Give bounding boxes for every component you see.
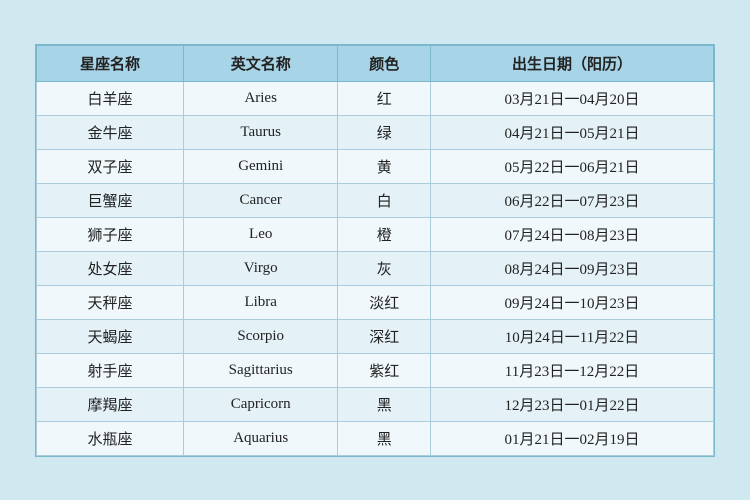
cell-dates: 10月24日一11月22日 [430,319,713,353]
cell-color: 深红 [338,319,431,353]
header-color: 颜色 [338,45,431,81]
cell-chinese-name: 天秤座 [37,285,184,319]
cell-english-name: Sagittarius [183,353,337,387]
cell-color: 红 [338,81,431,115]
cell-chinese-name: 水瓶座 [37,421,184,455]
table-row: 处女座Virgo灰08月24日一09月23日 [37,251,714,285]
table-header-row: 星座名称 英文名称 颜色 出生日期（阳历） [37,45,714,81]
table-row: 水瓶座Aquarius黑01月21日一02月19日 [37,421,714,455]
cell-chinese-name: 摩羯座 [37,387,184,421]
zodiac-table: 星座名称 英文名称 颜色 出生日期（阳历） 白羊座Aries红03月21日一04… [36,45,714,456]
cell-english-name: Aries [183,81,337,115]
cell-color: 橙 [338,217,431,251]
header-chinese-name: 星座名称 [37,45,184,81]
cell-chinese-name: 巨蟹座 [37,183,184,217]
cell-color: 白 [338,183,431,217]
cell-dates: 03月21日一04月20日 [430,81,713,115]
table-row: 狮子座Leo橙07月24日一08月23日 [37,217,714,251]
table-row: 金牛座Taurus绿04月21日一05月21日 [37,115,714,149]
cell-chinese-name: 处女座 [37,251,184,285]
table-row: 摩羯座Capricorn黑12月23日一01月22日 [37,387,714,421]
table-row: 天秤座Libra淡红09月24日一10月23日 [37,285,714,319]
cell-dates: 11月23日一12月22日 [430,353,713,387]
cell-chinese-name: 白羊座 [37,81,184,115]
cell-english-name: Scorpio [183,319,337,353]
table-row: 天蝎座Scorpio深红10月24日一11月22日 [37,319,714,353]
cell-dates: 01月21日一02月19日 [430,421,713,455]
cell-chinese-name: 狮子座 [37,217,184,251]
cell-color: 淡红 [338,285,431,319]
cell-color: 黄 [338,149,431,183]
cell-english-name: Gemini [183,149,337,183]
cell-color: 黑 [338,421,431,455]
cell-chinese-name: 金牛座 [37,115,184,149]
cell-chinese-name: 射手座 [37,353,184,387]
cell-english-name: Aquarius [183,421,337,455]
cell-dates: 08月24日一09月23日 [430,251,713,285]
cell-dates: 07月24日一08月23日 [430,217,713,251]
cell-color: 黑 [338,387,431,421]
table-row: 射手座Sagittarius紫红11月23日一12月22日 [37,353,714,387]
header-dates: 出生日期（阳历） [430,45,713,81]
cell-dates: 06月22日一07月23日 [430,183,713,217]
cell-color: 紫红 [338,353,431,387]
cell-color: 绿 [338,115,431,149]
cell-dates: 04月21日一05月21日 [430,115,713,149]
cell-dates: 09月24日一10月23日 [430,285,713,319]
cell-english-name: Leo [183,217,337,251]
cell-english-name: Libra [183,285,337,319]
cell-english-name: Virgo [183,251,337,285]
cell-chinese-name: 双子座 [37,149,184,183]
table-row: 双子座Gemini黄05月22日一06月21日 [37,149,714,183]
cell-english-name: Taurus [183,115,337,149]
cell-english-name: Capricorn [183,387,337,421]
cell-dates: 05月22日一06月21日 [430,149,713,183]
table-row: 白羊座Aries红03月21日一04月20日 [37,81,714,115]
zodiac-table-container: 星座名称 英文名称 颜色 出生日期（阳历） 白羊座Aries红03月21日一04… [35,44,715,457]
header-english-name: 英文名称 [183,45,337,81]
table-body: 白羊座Aries红03月21日一04月20日金牛座Taurus绿04月21日一0… [37,81,714,455]
cell-chinese-name: 天蝎座 [37,319,184,353]
table-row: 巨蟹座Cancer白06月22日一07月23日 [37,183,714,217]
cell-color: 灰 [338,251,431,285]
cell-dates: 12月23日一01月22日 [430,387,713,421]
cell-english-name: Cancer [183,183,337,217]
